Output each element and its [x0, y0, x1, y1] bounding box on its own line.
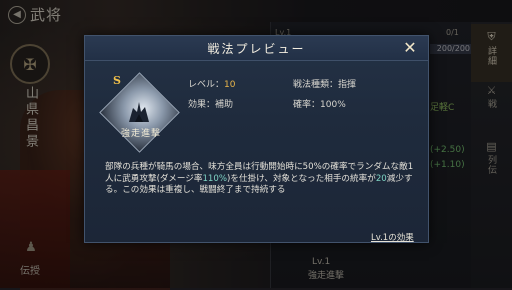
skill-art-icon — [129, 102, 149, 122]
type-value: 指揮 — [338, 80, 357, 90]
rate-value: 100% — [320, 100, 346, 110]
level-row: レベル：10 — [188, 77, 235, 90]
modal-title: 戦法プレビュー — [207, 42, 306, 56]
skill-preview-modal: 戦法プレビュー ✕ S 強走進撃 レベル：10 効果：補助 戦法種類：指揮 確率… — [84, 35, 429, 243]
rate-row: 確率：100% — [293, 97, 346, 110]
type-row: 戦法種類：指揮 — [293, 77, 356, 90]
level-label: レベル： — [188, 80, 225, 90]
effect-value: 補助 — [215, 100, 234, 110]
type-label: 戦法種類： — [293, 80, 339, 90]
description-text: )を仕掛け、対象となった相手の統率が — [227, 173, 376, 184]
description-highlight: 20 — [375, 173, 387, 184]
close-icon[interactable]: ✕ — [401, 39, 419, 57]
skill-name: 強走進撃 — [121, 129, 162, 139]
effect-row: 効果：補助 — [188, 97, 233, 110]
description-highlight: 110% — [202, 173, 228, 184]
effect-label: 効果： — [188, 100, 216, 110]
skill-grade: S — [113, 74, 121, 87]
rate-label: 確率： — [293, 100, 321, 110]
level-effect-link[interactable]: Lv.1の効果 — [371, 231, 414, 243]
skill-description: 部隊の兵種が騎馬の場合、味方全員は行動開始時に50%の確率でランダムな敵1人に武… — [105, 162, 415, 197]
level-value: 10 — [224, 80, 236, 90]
